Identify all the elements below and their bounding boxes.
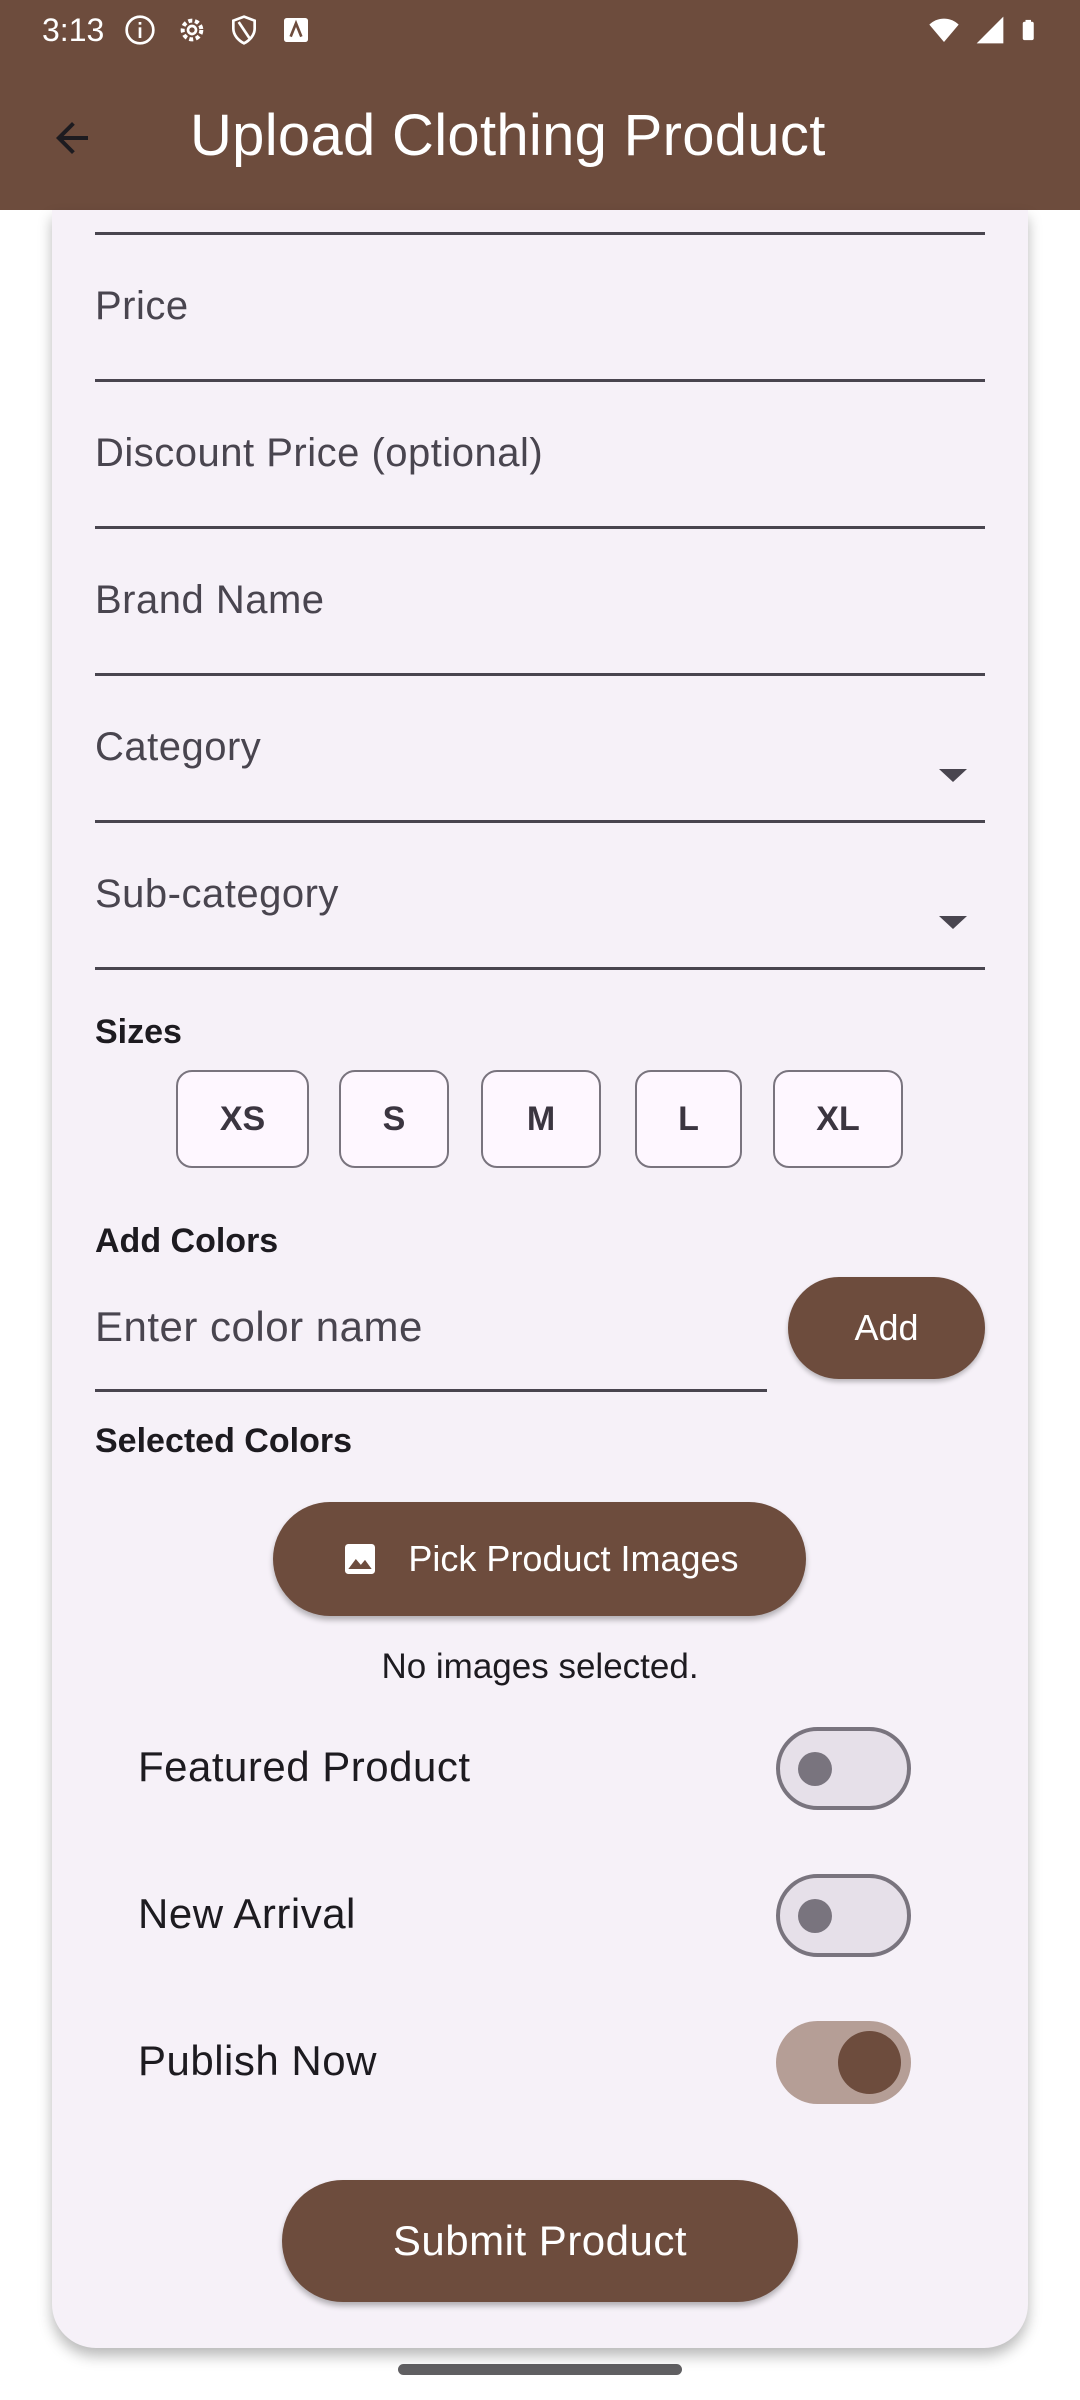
status-right-icons	[928, 14, 1042, 46]
previous-field[interactable]	[95, 210, 985, 235]
sub-category-dropdown[interactable]: Sub-category	[95, 828, 985, 970]
new-arrival-switch[interactable]	[776, 1874, 911, 1957]
image-icon	[345, 1544, 376, 1574]
color-name-placeholder: Enter color name	[95, 1303, 423, 1350]
selected-colors-title: Selected Colors	[95, 1422, 352, 1460]
category-label: Category	[95, 725, 262, 769]
chevron-down-icon	[939, 769, 967, 782]
switch-knob	[798, 1899, 832, 1933]
discount-price-field[interactable]: Discount Price (optional)	[95, 387, 985, 529]
wifi-icon	[929, 18, 959, 42]
battery-icon	[1022, 19, 1034, 41]
submit-product-button[interactable]: Submit Product	[282, 2180, 798, 2302]
signal-icon	[976, 16, 1004, 44]
category-dropdown[interactable]: Category	[95, 681, 985, 823]
switch-knob	[798, 1752, 832, 1786]
sub-category-label: Sub-category	[95, 872, 339, 916]
status-time: 3:13	[42, 12, 105, 48]
text-icon	[284, 18, 308, 42]
info-icon	[125, 15, 155, 45]
home-indicator[interactable]	[398, 2364, 682, 2375]
app-bar: Upload Clothing Product	[0, 60, 1080, 210]
discount-price-label: Discount Price (optional)	[95, 431, 544, 475]
settings-icon	[180, 18, 204, 42]
size-chip-l[interactable]: L	[635, 1070, 742, 1168]
no-images-text: No images selected.	[381, 1647, 699, 1686]
add-colors-title: Add Colors	[95, 1222, 279, 1260]
page-title: Upload Clothing Product	[190, 103, 826, 168]
switch-knob	[838, 2031, 901, 2094]
price-label: Price	[95, 284, 189, 328]
publish-now-switch[interactable]	[776, 2021, 911, 2104]
back-button[interactable]	[40, 106, 104, 170]
featured-product-switch[interactable]	[776, 1727, 911, 1810]
size-chip-xs[interactable]: XS	[176, 1070, 309, 1168]
size-chip-m[interactable]: M	[481, 1070, 601, 1168]
publish-now-label: Publish Now	[138, 2037, 377, 2084]
new-arrival-label: New Arrival	[138, 1890, 356, 1937]
size-chip-s[interactable]: S	[339, 1070, 449, 1168]
shield-icon	[232, 15, 256, 45]
price-field[interactable]: Price	[95, 240, 985, 382]
pick-product-images-button[interactable]: Pick Product Images	[273, 1502, 806, 1616]
size-chip-xl[interactable]: XL	[773, 1070, 903, 1168]
chevron-down-icon	[939, 916, 967, 929]
status-left-icons	[124, 14, 312, 46]
brand-name-field[interactable]: Brand Name	[95, 534, 985, 676]
arrow-back-icon	[56, 122, 88, 154]
sizes-title: Sizes	[95, 1013, 182, 1051]
add-color-button[interactable]: Add	[788, 1277, 985, 1379]
pick-product-images-label: Pick Product Images	[408, 1538, 739, 1579]
color-name-input[interactable]: Enter color name	[95, 1270, 767, 1392]
brand-name-label: Brand Name	[95, 578, 325, 622]
status-bar: 3:13	[0, 0, 1080, 60]
featured-product-label: Featured Product	[138, 1743, 471, 1790]
